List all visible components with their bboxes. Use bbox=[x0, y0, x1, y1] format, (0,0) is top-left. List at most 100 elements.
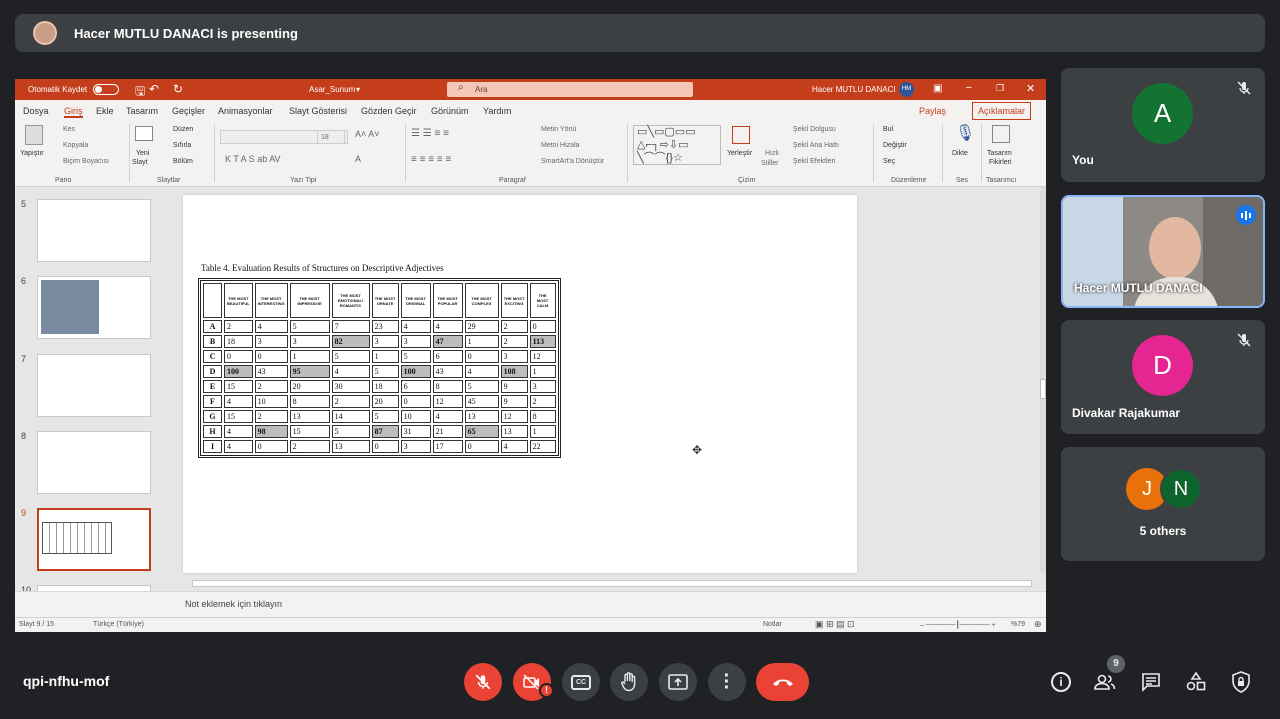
chat-button[interactable] bbox=[1139, 670, 1163, 694]
language-label[interactable]: Türkçe (Türkiye) bbox=[93, 621, 144, 628]
slide-thumbnail[interactable] bbox=[37, 199, 151, 262]
share-button[interactable]: Paylaş bbox=[919, 106, 946, 116]
design-ideas-button[interactable]: Tasarım bbox=[987, 150, 1012, 157]
tab-gorunum[interactable]: Görünüm bbox=[431, 106, 469, 116]
shape-fill-button[interactable]: Şekil Dolgusu bbox=[793, 126, 836, 133]
tab-gozden-gecir[interactable]: Gözden Geçir bbox=[361, 106, 417, 116]
grow-font-icon[interactable]: A˄ A˅ bbox=[355, 129, 380, 139]
table-cell: 13 bbox=[464, 410, 499, 423]
raise-hand-button[interactable] bbox=[610, 663, 648, 701]
find-button[interactable]: Bul bbox=[883, 126, 893, 133]
shapes-gallery[interactable]: ▭╲▭▢▭▭ △⌐┐⇨⇩▭ ╲⌒⌒{}☆ bbox=[633, 125, 721, 165]
evaluation-table[interactable]: THE MOST BEAUTIFUL THE MOST INTERESTING TH… bbox=[198, 278, 561, 458]
leave-call-button[interactable] bbox=[756, 663, 809, 701]
maximize-icon[interactable]: ❐ bbox=[996, 83, 1004, 94]
tab-dosya[interactable]: Dosya bbox=[23, 106, 49, 116]
table-cell: 18 bbox=[224, 335, 253, 348]
zoom-slider[interactable]: – ──────┃────── + bbox=[920, 621, 996, 629]
notes-pane[interactable]: Not eklemek için tıklayın bbox=[15, 591, 1046, 617]
arrange-button[interactable]: Yerleştir bbox=[727, 150, 752, 157]
redo-icon[interactable]: ↻ bbox=[173, 82, 183, 96]
new-slide-button[interactable]: Yeni bbox=[136, 150, 149, 157]
zoom-level[interactable]: %79 bbox=[1011, 621, 1025, 628]
tab-animasyonlar[interactable]: Animasyonlar bbox=[218, 106, 273, 116]
mic-off-icon bbox=[1237, 333, 1251, 347]
captions-button[interactable]: CC bbox=[562, 663, 600, 701]
section-button[interactable]: Bölüm bbox=[173, 158, 193, 165]
close-icon[interactable]: ✕ bbox=[1026, 82, 1035, 95]
filename[interactable]: Asar_Sunum bbox=[309, 85, 355, 94]
align-icons[interactable]: ≡ ≡ ≡ ≡ ≡ bbox=[411, 154, 451, 165]
shape-outline-button[interactable]: Şekil Ana Hattı bbox=[793, 142, 839, 149]
reset-button[interactable]: Sıfırla bbox=[173, 142, 191, 149]
fit-slide-icon[interactable]: ⊕ bbox=[1034, 619, 1042, 630]
replace-button[interactable]: Değiştir bbox=[883, 142, 907, 149]
hand-icon bbox=[621, 672, 636, 692]
text-direction-button[interactable]: Metin Yönü bbox=[541, 126, 576, 133]
slide-thumbnail[interactable] bbox=[37, 354, 151, 417]
select-button[interactable]: Seç bbox=[883, 158, 895, 165]
copy-button[interactable]: Kopyala bbox=[63, 142, 88, 149]
camera-toggle-button[interactable]: ! bbox=[513, 663, 554, 701]
slide-thumbnail[interactable] bbox=[37, 276, 151, 339]
vertical-scrollbar[interactable] bbox=[1040, 187, 1046, 573]
people-button[interactable]: 9 bbox=[1093, 655, 1125, 694]
comments-button[interactable]: Açıklamalar bbox=[972, 102, 1032, 120]
ribbon-display-icon[interactable]: ▣ bbox=[933, 83, 942, 94]
paste-button[interactable]: Yapıştır bbox=[20, 150, 44, 157]
font-format-icons[interactable]: K T A S ab AV bbox=[225, 154, 281, 164]
present-button[interactable] bbox=[659, 663, 697, 701]
minimize-icon[interactable]: – bbox=[966, 82, 972, 93]
slide-thumbnail-selected[interactable] bbox=[37, 508, 151, 571]
table-cell: 113 bbox=[529, 335, 556, 348]
align-text-button[interactable]: Metni Hizala bbox=[541, 142, 580, 149]
view-icons[interactable]: ▣ ⊞ ▤ ⊡ bbox=[815, 619, 855, 630]
participant-tile-divakar[interactable]: D Divakar Rajakumar bbox=[1061, 320, 1265, 434]
table-cell: 2 bbox=[254, 410, 288, 423]
host-controls-button[interactable] bbox=[1229, 670, 1253, 694]
cut-button[interactable]: Kes bbox=[63, 126, 75, 133]
slide[interactable]: Table 4. Evaluation Results of Structure… bbox=[183, 195, 857, 573]
tab-giris[interactable]: Giriş bbox=[64, 106, 83, 118]
search-icon: ⌕ bbox=[458, 82, 464, 93]
activities-button[interactable] bbox=[1184, 670, 1208, 694]
horizontal-scrollbar[interactable] bbox=[180, 577, 1046, 590]
tab-ekle[interactable]: Ekle bbox=[96, 106, 114, 116]
present-screen-icon bbox=[668, 674, 688, 690]
table-cell: 13 bbox=[289, 410, 330, 423]
table-row-label: C bbox=[203, 350, 222, 363]
tab-slayt-gosterisi[interactable]: Slayt Gösterisi bbox=[289, 106, 347, 116]
tab-yardim[interactable]: Yardım bbox=[483, 106, 511, 116]
dictate-button[interactable]: Dikte bbox=[952, 150, 968, 157]
search-input[interactable]: Ara bbox=[447, 82, 693, 97]
mic-toggle-button[interactable] bbox=[464, 663, 502, 701]
participant-tile-others[interactable]: J N 5 others bbox=[1061, 447, 1265, 561]
quick-styles-button[interactable]: Hızlı bbox=[765, 150, 779, 157]
table-cell: 98 bbox=[254, 425, 288, 438]
shape-effects-button[interactable]: Şekil Efektleri bbox=[793, 158, 835, 165]
table-cell: 20 bbox=[371, 395, 399, 408]
shared-screen: Otomatik Kaydet 🖫 ↶ ↻ Asar_Sunum ▾ Ara ⌕… bbox=[15, 79, 1046, 632]
list-icons[interactable]: ☰ ☰ ≡ ≡ bbox=[411, 128, 449, 139]
slide-thumbnail[interactable] bbox=[37, 431, 151, 494]
layout-button[interactable]: Düzen bbox=[173, 126, 193, 133]
meeting-info-button[interactable]: i bbox=[1049, 670, 1073, 694]
table-cell: 4 bbox=[224, 440, 253, 453]
font-color-icon[interactable]: A bbox=[355, 154, 361, 164]
slide-editor: Table 4. Evaluation Results of Structure… bbox=[180, 187, 1046, 617]
table-cell: 0 bbox=[224, 350, 253, 363]
tab-gecisler[interactable]: Geçişler bbox=[172, 106, 205, 116]
undo-icon[interactable]: ↶ bbox=[149, 82, 159, 96]
more-options-button[interactable]: · · · bbox=[708, 663, 746, 701]
autosave-toggle[interactable] bbox=[93, 84, 119, 95]
format-painter-button[interactable]: Biçim Boyacısı bbox=[63, 158, 109, 165]
smartart-button[interactable]: SmartArt'a Dönüştür bbox=[541, 158, 604, 165]
tab-tasarim[interactable]: Tasarım bbox=[126, 106, 158, 116]
table-cell: 5 bbox=[371, 410, 399, 423]
user-avatar[interactable]: HM bbox=[899, 82, 914, 97]
participant-tile-you[interactable]: A You bbox=[1061, 68, 1265, 182]
participant-tile-presenter[interactable]: Hacer MUTLU DANACI bbox=[1061, 195, 1265, 308]
font-size-select[interactable]: 18 bbox=[317, 130, 345, 144]
participant-count-badge: 9 bbox=[1107, 655, 1125, 673]
notes-button[interactable]: Notlar bbox=[763, 621, 782, 628]
